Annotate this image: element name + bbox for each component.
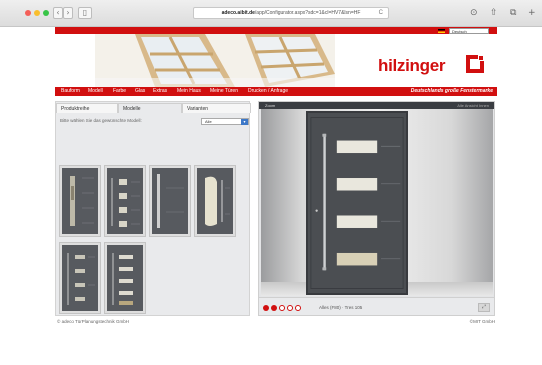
reload-icon[interactable]: C (379, 8, 383, 18)
tagline: Deutschlands große Fenstermarke (410, 88, 493, 94)
browser-toolbar: ‹ › ▯ adeco.aibit.de/app/Configurator.as… (0, 0, 542, 27)
footer-copyright: © adeco TürPlanungstechnik GmbH (57, 319, 130, 324)
page: Deutsch hilzinger Bauform Modell Farbe G… (55, 27, 497, 332)
door-model-5-image (62, 245, 98, 311)
download-icon[interactable]: ⊙ (470, 8, 478, 18)
new-tab-icon[interactable]: + (528, 8, 536, 18)
main-menu: Bauform Modell Farbe Glas Extras Mein Ha… (55, 87, 497, 96)
model-thumbnail[interactable] (59, 165, 101, 237)
address-path: /app/Configurator.aspx?sdc=1&cl=HV7&lsn=… (254, 10, 361, 16)
sidebar-toggle-icon[interactable]: ▯ (78, 7, 92, 19)
tab-modelle[interactable]: Modelle (118, 103, 182, 113)
door-preview-image (306, 111, 408, 295)
menu-item-farbe[interactable]: Farbe (113, 88, 126, 95)
menu-item-glas[interactable]: Glas (135, 88, 145, 95)
door-model-1-image (62, 168, 98, 234)
page-dot[interactable] (271, 305, 277, 311)
menu-item-extras[interactable]: Extras (153, 88, 167, 95)
view-options[interactable]: Alle Ansicht Innen (457, 102, 489, 109)
door-model-2-image (107, 168, 143, 234)
forward-button[interactable]: › (63, 7, 73, 19)
menu-item-mein-haus[interactable]: Mein Haus (177, 88, 201, 95)
page-dot[interactable] (287, 305, 293, 311)
footer-copyright-right: ©MIT GmbH (469, 319, 495, 324)
menu-item-modell[interactable]: Modell (88, 88, 103, 95)
zoom-label[interactable]: Zoom (265, 102, 275, 109)
tabs-overview-icon[interactable]: ⧉ (510, 8, 516, 18)
site-header: hilzinger (55, 34, 497, 87)
tab-produktreihe[interactable]: Produktreihe (56, 103, 118, 113)
address-domain: adeco.aibit.de (221, 10, 255, 16)
page-dot[interactable] (263, 305, 269, 311)
preview-header: Zoom Alle Ansicht Innen (259, 102, 494, 109)
share-icon[interactable]: ⇧ (490, 8, 498, 18)
menu-item-meine-tueren[interactable]: Meine Türen (210, 88, 238, 95)
menu-item-bauform[interactable]: Bauform (61, 88, 80, 95)
page-dot[interactable] (279, 305, 285, 311)
panel-tabs: Produktreihe Modelle Varianten (56, 102, 251, 113)
page-dot[interactable] (295, 305, 301, 311)
menu-item-drucken-anfrage[interactable]: Drucken / Anfrage (248, 88, 288, 95)
fullscreen-icon[interactable]: ⤢ (478, 303, 490, 312)
model-selection-panel: Produktreihe Modelle Varianten Bitte wäh… (55, 101, 251, 316)
instruction-text: Bitte wählen Sie das gewünschte Modell: (60, 118, 142, 123)
model-filter-select[interactable]: Alle ▾ (201, 118, 249, 125)
zoom-window-button[interactable] (43, 10, 49, 16)
top-red-bar: Deutsch (55, 27, 497, 34)
window-hero-image (95, 34, 335, 87)
door-model-4-image (197, 168, 233, 234)
preview-footer: Alles (F80) · Tres 105 ⤢ (259, 297, 494, 315)
door-preview-panel: Zoom Alle Ansicht Innen Alles (F80) · Tr… (258, 101, 495, 316)
model-info-text: Alles (F80) · Tres 105 (319, 305, 363, 310)
address-bar[interactable]: adeco.aibit.de/app/Configurator.aspx?sdc… (193, 7, 389, 19)
door-model-6-image (107, 245, 143, 311)
door-preview-stage (261, 109, 493, 296)
back-button[interactable]: ‹ (53, 7, 63, 19)
hilzinger-logo[interactable]: hilzinger (378, 56, 446, 76)
minimize-window-button[interactable] (34, 10, 40, 16)
chevron-down-icon: ▾ (241, 119, 248, 125)
close-window-button[interactable] (25, 10, 31, 16)
german-flag-icon (438, 29, 445, 33)
model-filter-value: Alle (205, 119, 212, 124)
tab-varianten[interactable]: Varianten (182, 103, 251, 113)
model-thumbnail[interactable] (104, 242, 146, 314)
model-thumbnail[interactable] (194, 165, 236, 237)
door-model-3-image (152, 168, 188, 234)
model-thumbnail[interactable] (59, 242, 101, 314)
hilzinger-logo-mark-icon (466, 55, 484, 73)
model-thumbnail[interactable] (104, 165, 146, 237)
model-thumbnail[interactable] (149, 165, 191, 237)
